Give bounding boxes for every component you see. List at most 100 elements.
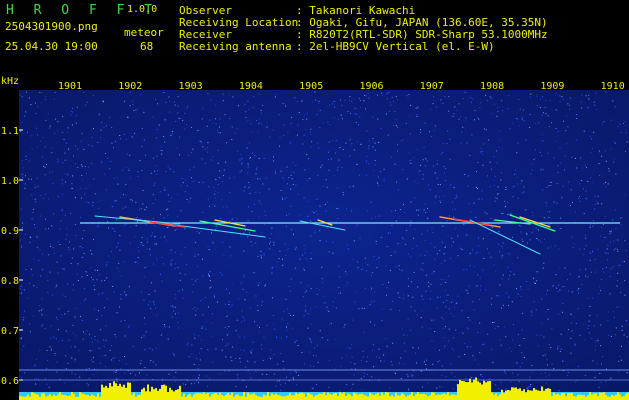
noise-speck xyxy=(137,221,138,223)
noise-speck xyxy=(84,287,85,289)
activity-bar xyxy=(201,393,203,400)
activity-bar xyxy=(65,395,67,400)
noise-speck xyxy=(66,131,68,133)
noise-speck xyxy=(250,377,252,379)
noise-speck xyxy=(207,198,209,200)
noise-speck xyxy=(231,304,233,306)
noise-speck xyxy=(141,337,143,339)
noise-speck xyxy=(156,155,158,157)
noise-speck xyxy=(617,239,619,241)
noise-speck xyxy=(137,257,139,258)
activity-bar xyxy=(195,393,197,400)
activity-bar xyxy=(433,392,435,400)
noise-speck xyxy=(516,183,518,185)
noise-speck xyxy=(501,148,503,150)
noise-speck xyxy=(257,178,259,180)
noise-speck xyxy=(143,335,145,337)
noise-speck xyxy=(133,110,135,111)
noise-speck xyxy=(72,248,74,250)
noise-speck xyxy=(280,337,282,339)
noise-speck xyxy=(207,385,209,387)
activity-bar xyxy=(623,396,625,400)
noise-speck xyxy=(153,184,155,186)
noise-speck xyxy=(519,344,521,346)
noise-speck xyxy=(364,94,365,96)
activity-bar xyxy=(127,382,129,400)
noise-speck xyxy=(493,264,495,266)
noise-speck xyxy=(580,101,582,103)
noise-speck xyxy=(498,243,500,245)
noise-speck xyxy=(614,209,616,211)
noise-speck xyxy=(205,162,206,164)
noise-speck xyxy=(362,356,364,358)
noise-speck xyxy=(33,258,35,260)
noise-speck xyxy=(265,177,267,179)
noise-speck xyxy=(417,107,419,109)
activity-bar xyxy=(63,395,65,400)
noise-speck xyxy=(407,278,409,280)
noise-speck xyxy=(170,265,172,267)
noise-speck xyxy=(306,118,308,120)
noise-speck xyxy=(597,195,599,197)
info-location: Receiving Location: Ogaki, Gifu, JAPAN (… xyxy=(179,17,548,28)
noise-speck xyxy=(391,225,393,226)
noise-speck xyxy=(326,186,328,188)
info-receiver: Receiver: R820T2(RTL-SDR) SDR-Sharp 53.1… xyxy=(179,29,548,40)
noise-speck xyxy=(257,305,259,307)
noise-speck xyxy=(389,387,391,389)
noise-speck xyxy=(602,356,603,357)
noise-speck xyxy=(464,91,466,93)
activity-bar xyxy=(219,392,221,400)
noise-speck xyxy=(578,292,580,294)
noise-speck xyxy=(244,103,246,105)
noise-speck xyxy=(355,291,357,293)
activity-bar xyxy=(347,393,349,400)
noise-speck xyxy=(56,261,58,263)
noise-speck xyxy=(541,114,543,116)
noise-speck xyxy=(354,301,356,303)
activity-bar xyxy=(105,385,107,400)
noise-speck xyxy=(376,258,378,260)
activity-bar xyxy=(339,392,341,400)
noise-speck xyxy=(463,269,465,271)
activity-bar xyxy=(189,393,191,400)
activity-bar xyxy=(379,395,381,400)
noise-speck xyxy=(425,364,427,365)
noise-speck xyxy=(31,268,32,270)
noise-speck xyxy=(490,168,492,170)
activity-bar xyxy=(527,389,529,400)
noise-speck xyxy=(307,327,309,329)
noise-speck xyxy=(125,294,127,296)
noise-speck xyxy=(187,105,189,107)
noise-speck xyxy=(585,167,587,168)
noise-speck xyxy=(351,388,353,390)
noise-speck xyxy=(245,386,247,388)
noise-speck xyxy=(167,338,169,340)
noise-speck xyxy=(374,149,376,151)
noise-speck xyxy=(457,255,459,257)
noise-speck xyxy=(217,129,218,131)
activity-bar xyxy=(431,392,433,400)
activity-bar xyxy=(391,394,393,400)
activity-bar xyxy=(489,381,491,400)
noise-speck xyxy=(357,224,358,226)
noise-speck xyxy=(425,158,427,160)
noise-speck xyxy=(260,254,262,256)
noise-speck xyxy=(553,157,555,159)
noise-speck xyxy=(451,372,452,374)
noise-speck xyxy=(337,166,339,168)
activity-bar xyxy=(481,384,483,400)
noise-speck xyxy=(76,383,78,385)
noise-speck xyxy=(273,315,274,316)
noise-speck xyxy=(483,143,485,145)
noise-speck xyxy=(124,356,125,357)
noise-speck xyxy=(579,183,581,185)
noise-speck xyxy=(546,359,548,361)
noise-speck xyxy=(477,331,479,333)
activity-bar xyxy=(509,390,511,400)
noise-speck xyxy=(144,267,146,269)
noise-speck xyxy=(615,173,617,175)
noise-speck xyxy=(497,110,499,112)
activity-bar xyxy=(441,394,443,400)
activity-bar xyxy=(153,389,155,400)
